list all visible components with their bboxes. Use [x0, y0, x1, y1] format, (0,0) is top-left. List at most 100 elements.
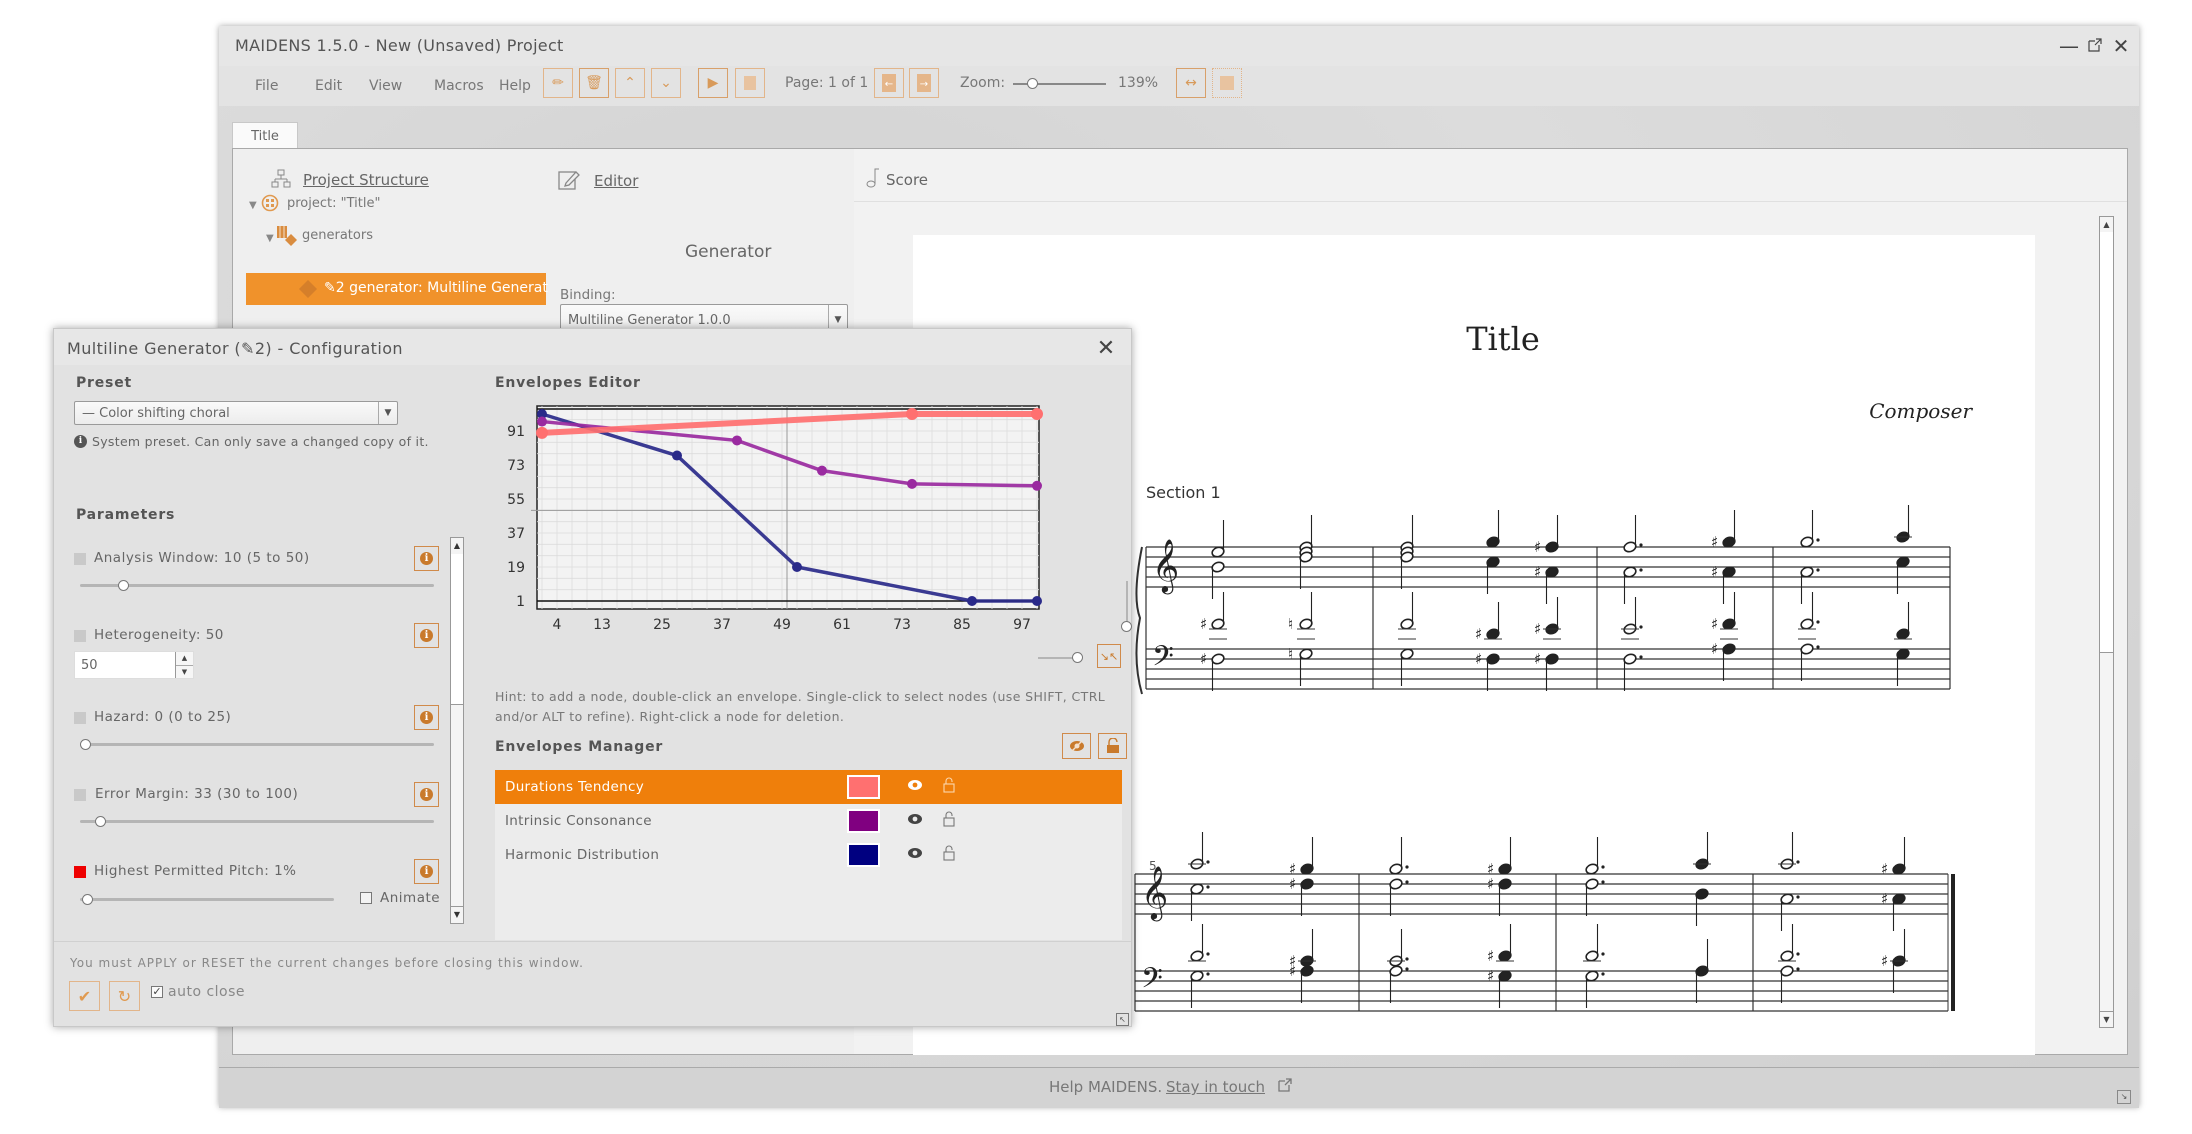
toggle-all-lock-button[interactable] [1098, 733, 1127, 759]
envelope-node [536, 426, 548, 439]
duration-dot [1639, 568, 1643, 572]
param-info-button[interactable]: i [414, 705, 439, 730]
horizontal-zoom-slider[interactable] [1038, 652, 1083, 663]
envelope-row[interactable]: Harmonic Distribution [495, 838, 1122, 872]
info-icon: i [420, 629, 433, 642]
param-analysis-window-label: Analysis Window: 10 (5 to 50) [94, 550, 310, 566]
vertical-zoom-slider[interactable] [1121, 581, 1132, 632]
fit-chart-button[interactable]: ↘↖ [1097, 644, 1121, 668]
duration-dot [1639, 625, 1643, 629]
chevron-down-icon: ▼ [378, 402, 397, 424]
animate-label: Animate [380, 890, 441, 906]
x-tick-label: 97 [1013, 617, 1031, 633]
heterogeneity-stepper[interactable]: ▲ ▼ [175, 652, 193, 678]
accidental: ♮ [1288, 645, 1293, 663]
envelopes-hint: Hint: to add a node, double-click an env… [495, 689, 1106, 724]
envelopes-list: Durations Tendency Intrinsic Consonance Ha… [495, 770, 1122, 940]
param-info-button[interactable]: i [414, 782, 439, 807]
param-indicator [74, 630, 86, 642]
envelope-color-swatch[interactable] [847, 809, 880, 833]
checkmark-icon: ✓ [152, 985, 162, 998]
reset-button[interactable]: ↻ [109, 981, 140, 1011]
slider-thumb[interactable] [118, 580, 130, 591]
envelope-node [1031, 408, 1043, 420]
param-info-button[interactable]: i [414, 623, 439, 648]
envelope-node [672, 450, 682, 461]
y-tick-label: 91 [507, 424, 525, 440]
accidental: ♯ [1487, 875, 1494, 893]
envelope-row[interactable]: Intrinsic Consonance [495, 804, 1122, 838]
animate-checkbox[interactable] [360, 892, 372, 904]
eye-icon[interactable] [907, 779, 923, 795]
slider-thumb[interactable] [94, 816, 106, 827]
score-composer: Composer [1869, 399, 1973, 423]
accidental: ♯ [1289, 875, 1296, 893]
info-icon: i [420, 865, 433, 878]
parameters-scrollbar[interactable]: ▲ ▼ [450, 537, 464, 924]
accidental: ♯ [1534, 538, 1541, 556]
duration-dot [1816, 645, 1820, 649]
envelopes-chart[interactable]: 4 13 25 37 49 61 73 85 97 1 19 37 55 73 91 [484, 394, 1084, 644]
treble-clef: 𝄞 [1141, 865, 1168, 921]
eye-icon[interactable] [907, 847, 923, 863]
duration-dot [1816, 568, 1820, 572]
apply-button[interactable]: ✔ [69, 981, 100, 1011]
preset-select[interactable]: — Color shifting choral ▼ [74, 401, 398, 425]
param-analysis-window-slider[interactable] [80, 580, 434, 591]
stepper-up-icon[interactable]: ▲ [176, 652, 193, 666]
accidental: ♯ [1534, 620, 1541, 638]
scrollbar-thumb[interactable] [451, 554, 463, 705]
scroll-up-icon[interactable]: ▲ [451, 538, 463, 555]
auto-close-checkbox[interactable]: ✓ [151, 986, 163, 998]
param-hazard-slider[interactable] [80, 739, 434, 750]
duration-dot [1405, 967, 1409, 971]
unlock-icon[interactable] [943, 845, 955, 865]
slider-thumb[interactable] [80, 739, 91, 750]
param-info-button[interactable]: i [414, 859, 439, 884]
eye-icon[interactable] [907, 813, 923, 829]
apply-reset-warning: You must APPLY or RESET the current chan… [70, 956, 584, 970]
slider-thumb[interactable] [1072, 652, 1083, 663]
x-tick-label: 37 [713, 617, 731, 633]
score-title: Title [1466, 320, 1540, 358]
duration-dot [1796, 967, 1800, 971]
param-indicator [74, 712, 86, 724]
scroll-down-icon[interactable]: ▼ [451, 906, 463, 923]
stepper-down-icon[interactable]: ▼ [176, 666, 193, 678]
envelope-name: Durations Tendency [505, 779, 645, 795]
dialog-resize-grip-icon[interactable]: ↖ [1116, 1013, 1129, 1026]
accidental: ♯ [1534, 563, 1541, 581]
param-info-button[interactable]: i [414, 546, 439, 571]
duration-dot [1601, 952, 1605, 956]
accidental: ♯ [1881, 860, 1888, 878]
duration-dot [1206, 952, 1210, 956]
accidental: ♯ [1289, 962, 1296, 980]
dialog-close-icon[interactable]: ✕ [1094, 337, 1118, 361]
param-highest-pitch-slider[interactable] [80, 894, 334, 905]
toggle-lock-icon [1106, 738, 1119, 753]
x-tick-label: 49 [773, 617, 791, 633]
envelope-node [907, 478, 917, 489]
envelope-color-swatch[interactable] [847, 843, 880, 867]
accidental: ♯ [1200, 650, 1207, 668]
param-error-margin-slider[interactable] [80, 816, 434, 827]
unlock-icon[interactable] [943, 777, 955, 797]
accidental: ♯ [1487, 967, 1494, 985]
score-section-label: Section 1 [1146, 483, 1221, 502]
unlock-icon[interactable] [943, 811, 955, 831]
envelope-color-swatch[interactable] [847, 775, 880, 799]
accidental: ♯ [1711, 533, 1718, 551]
duration-dot [1639, 543, 1643, 547]
toggle-all-visibility-button[interactable] [1062, 733, 1091, 759]
heterogeneity-input[interactable]: 50 ▲ ▼ [74, 651, 194, 679]
slider-thumb[interactable] [82, 894, 94, 905]
accidental: ♯ [1200, 615, 1207, 633]
slider-thumb[interactable] [1121, 621, 1132, 632]
envelope-row[interactable]: Durations Tendency [495, 770, 1122, 804]
reset-icon: ↻ [117, 986, 132, 1006]
envelopes-editor-label: Envelopes Editor [495, 375, 641, 391]
param-indicator [74, 789, 86, 801]
toggle-visibility-icon [1069, 740, 1084, 752]
x-tick-label: 85 [953, 617, 971, 633]
duration-dot [1816, 620, 1820, 624]
